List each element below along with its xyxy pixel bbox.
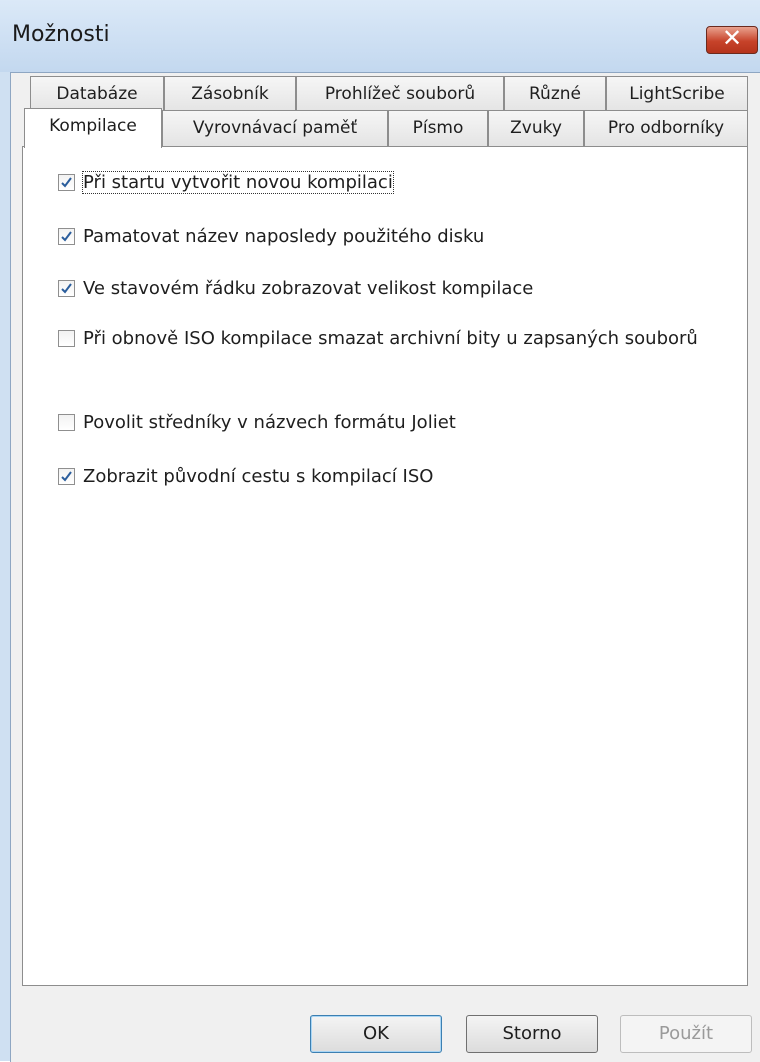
apply-button[interactable]: Použít [620,1015,752,1053]
option-remember-last-disc[interactable]: Pamatovat název naposledy použitého disk… [58,222,484,250]
checkbox[interactable] [58,329,75,347]
option-clear-archive-bits[interactable]: Při obnově ISO kompilace smazat archivní… [58,324,698,352]
option-label: Při obnově ISO kompilace smazat archivní… [83,327,698,349]
tab-pismo[interactable]: Písmo [388,110,488,146]
window-title: Možnosti [12,22,110,47]
option-show-original-path[interactable]: Zobrazit původní cestu s kompilací ISO [58,462,433,490]
tab-prohlizec-souboru[interactable]: Prohlížeč souborů [296,76,504,112]
tab-zvuky[interactable]: Zvuky [488,110,584,146]
checkbox[interactable] [58,467,75,485]
checkbox[interactable] [58,413,75,431]
title-bar[interactable]: Možnosti ✕ [0,0,760,72]
option-label: Povolit středníky v názvech formátu Joli… [83,411,456,433]
checkbox[interactable] [58,227,75,245]
checkmark-icon [61,282,72,294]
tab-panel-kompilace [22,146,748,986]
checkmark-icon [61,470,72,482]
tab-databaze[interactable]: Databáze [30,76,164,112]
option-label: Zobrazit původní cestu s kompilací ISO [83,465,434,487]
option-label: Pamatovat název naposledy použitého disk… [83,225,485,247]
options-dialog: Možnosti ✕ Databáze Zásobník Prohlížeč s… [0,0,760,1062]
option-joliet-semicolons[interactable]: Povolit středníky v názvech formátu Joli… [58,408,456,436]
ok-button[interactable]: OK [310,1015,442,1053]
cancel-button[interactable]: Storno [466,1015,598,1053]
option-start-new-compilation[interactable]: Při startu vytvořit novou kompilaci [58,168,394,196]
option-label: Ve stavovém řádku zobrazovat velikost ko… [83,277,534,299]
checkbox[interactable] [58,279,75,297]
tab-kompilace[interactable]: Kompilace [24,108,162,148]
checkmark-icon [61,230,72,242]
close-icon: ✕ [721,24,743,52]
tab-ruzne[interactable]: Různé [504,76,606,112]
tab-zasobnik[interactable]: Zásobník [164,76,296,112]
tab-lightscribe[interactable]: LightScribe [606,76,748,112]
tab-vyrovnavaci-pamet[interactable]: Vyrovnávací paměť [162,110,388,146]
checkbox[interactable] [58,173,75,191]
tab-pro-odborniky[interactable]: Pro odborníky [584,110,748,146]
checkmark-icon [61,176,72,188]
close-button[interactable]: ✕ [706,24,758,54]
option-label: Při startu vytvořit novou kompilaci [82,170,394,194]
option-status-bar-size[interactable]: Ve stavovém řádku zobrazovat velikost ko… [58,274,533,302]
